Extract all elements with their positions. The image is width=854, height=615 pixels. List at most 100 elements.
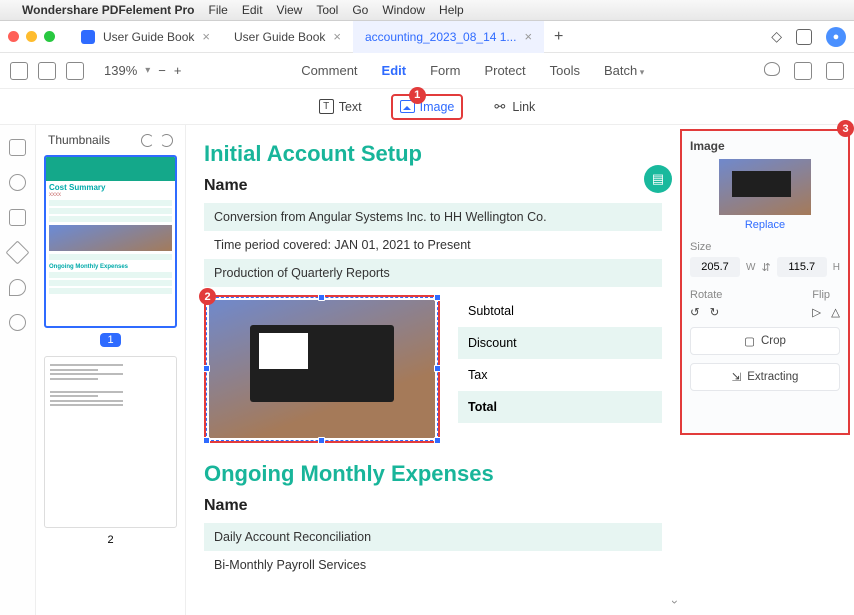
callout-3: 3 xyxy=(837,120,854,137)
tab-label: User Guide Book xyxy=(103,30,194,44)
tab-form[interactable]: Form xyxy=(430,63,460,78)
extract-button[interactable]: ⇲ Extracting xyxy=(690,363,840,391)
page-icon[interactable] xyxy=(9,139,26,156)
menu-tool[interactable]: Tool xyxy=(316,3,338,17)
rotate-right-icon[interactable] xyxy=(160,134,173,147)
summary-total: Total xyxy=(458,391,662,423)
selected-image-callout: 2 xyxy=(204,295,440,443)
flip-horizontal-icon[interactable]: ▷ xyxy=(812,305,821,319)
tab-userguide-1[interactable]: User Guide Book × xyxy=(69,21,222,53)
resize-handle[interactable] xyxy=(203,437,210,444)
menu-view[interactable]: View xyxy=(277,3,303,17)
menu-window[interactable]: Window xyxy=(382,3,425,17)
zoom-minus[interactable]: − xyxy=(158,63,166,78)
embedded-image xyxy=(209,300,435,438)
scroll-down-icon[interactable]: › xyxy=(668,600,680,604)
zoom-plus[interactable]: + xyxy=(174,63,182,78)
comment-icon[interactable] xyxy=(9,174,26,191)
rotate-right-icon[interactable]: ↻ xyxy=(710,305,720,319)
table-row[interactable]: Conversion from Angular Systems Inc. to … xyxy=(204,203,662,231)
rotate-left-icon[interactable]: ↺ xyxy=(690,305,700,319)
new-tab-button[interactable]: + xyxy=(544,28,573,46)
tab-batch[interactable]: Batch xyxy=(604,63,644,78)
rotate-left-icon[interactable] xyxy=(141,134,154,147)
resize-handle[interactable] xyxy=(318,294,325,301)
workspace: Thumbnails Cost Summaryxxxx Ongoing Mont… xyxy=(0,125,854,615)
table-row[interactable]: Time period covered: JAN 01, 2021 to Pre… xyxy=(204,231,662,259)
share-icon[interactable] xyxy=(794,62,812,80)
ongoing-table: Daily Account Reconciliation Bi-Monthly … xyxy=(204,523,662,579)
thumbnails-panel: Thumbnails Cost Summaryxxxx Ongoing Mont… xyxy=(36,125,186,615)
resize-handle[interactable] xyxy=(434,294,441,301)
user-avatar[interactable]: ● xyxy=(826,27,846,47)
summary-subtotal: Subtotal xyxy=(458,295,662,327)
tab-accounting[interactable]: accounting_2023_08_14 1... × xyxy=(353,21,544,53)
tab-protect[interactable]: Protect xyxy=(484,63,525,78)
chevron-down-icon[interactable]: ▾ xyxy=(145,65,150,76)
replace-button[interactable]: Replace xyxy=(690,219,840,231)
layers-icon[interactable] xyxy=(5,240,29,264)
thumbnails-title: Thumbnails xyxy=(48,133,110,147)
callout-1: 1 xyxy=(409,87,426,104)
edit-link-button[interactable]: ⚯ Link xyxy=(485,95,542,118)
close-tab-icon[interactable]: × xyxy=(524,29,532,44)
tab-tools[interactable]: Tools xyxy=(550,63,580,78)
bookmark-icon[interactable] xyxy=(9,209,26,226)
thumbnails-icon[interactable] xyxy=(38,62,56,80)
image-preview xyxy=(719,159,811,215)
link-icon: ⚯ xyxy=(492,99,507,114)
minimize-window-icon[interactable] xyxy=(26,31,37,42)
resize-handle[interactable] xyxy=(203,365,210,372)
thumbnail-page-1[interactable]: Cost Summaryxxxx Ongoing Monthly Expense… xyxy=(44,155,177,328)
rotate-label: Rotate xyxy=(690,289,722,301)
resize-handle[interactable] xyxy=(434,437,441,444)
table-row[interactable]: Daily Account Reconciliation xyxy=(204,523,662,551)
close-tab-icon[interactable]: × xyxy=(333,29,341,44)
thumbnail-page-2[interactable] xyxy=(44,356,177,529)
edit-text-button[interactable]: T Text xyxy=(312,95,369,118)
heading-ongoing: Ongoing Monthly Expenses xyxy=(204,461,662,487)
tab-label: User Guide Book xyxy=(234,30,325,44)
crop-button[interactable]: ▢ Crop xyxy=(690,327,840,355)
zoom-value: 139% xyxy=(104,63,137,78)
attachment-icon[interactable] xyxy=(9,279,26,296)
panel-toggle-icon[interactable] xyxy=(826,62,844,80)
h-label: H xyxy=(833,262,840,273)
table-row[interactable]: Bi-Monthly Payroll Services xyxy=(204,551,662,579)
maximize-window-icon[interactable] xyxy=(44,31,55,42)
mode-tabs: Comment Edit Form Protect Tools Batch xyxy=(301,63,644,78)
height-input[interactable] xyxy=(777,257,827,277)
chart-fab-icon[interactable]: ▤ xyxy=(644,165,672,193)
edit-image-button[interactable]: 1 Image xyxy=(391,94,464,120)
menu-go[interactable]: Go xyxy=(352,3,368,17)
document-view[interactable]: ▤ Initial Account Setup Name Conversion … xyxy=(186,125,680,615)
layout-icon[interactable] xyxy=(66,62,84,80)
selected-image[interactable] xyxy=(206,297,438,441)
menu-file[interactable]: File xyxy=(209,3,228,17)
resize-handle[interactable] xyxy=(434,365,441,372)
traffic-lights[interactable] xyxy=(8,31,55,42)
setup-table: Conversion from Angular Systems Inc. to … xyxy=(204,203,662,287)
table-row[interactable]: Production of Quarterly Reports xyxy=(204,259,662,287)
tab-userguide-2[interactable]: User Guide Book × xyxy=(222,21,353,53)
menu-edit[interactable]: Edit xyxy=(242,3,263,17)
close-window-icon[interactable] xyxy=(8,31,19,42)
bell-icon[interactable]: ◇ xyxy=(771,28,782,45)
close-tab-icon[interactable]: × xyxy=(202,29,210,44)
tab-comment[interactable]: Comment xyxy=(301,63,357,78)
search-icon[interactable] xyxy=(9,314,26,331)
flip-vertical-icon[interactable]: △ xyxy=(831,305,840,319)
device-icon[interactable] xyxy=(796,29,812,45)
menu-help[interactable]: Help xyxy=(439,3,464,17)
page-number-2: 2 xyxy=(44,534,177,546)
resize-handle[interactable] xyxy=(318,437,325,444)
sidebar-toggle-icon[interactable] xyxy=(10,62,28,80)
width-input[interactable] xyxy=(690,257,740,277)
tab-edit[interactable]: Edit xyxy=(382,63,407,78)
app-name: Wondershare PDFelement Pro xyxy=(22,3,195,17)
lock-aspect-icon[interactable]: ⇵ xyxy=(761,261,770,273)
zoom-control[interactable]: 139% ▾ − + xyxy=(104,63,181,78)
callout-2: 2 xyxy=(199,288,216,305)
cloud-icon[interactable] xyxy=(764,62,780,76)
panel-title: Image xyxy=(690,139,840,153)
